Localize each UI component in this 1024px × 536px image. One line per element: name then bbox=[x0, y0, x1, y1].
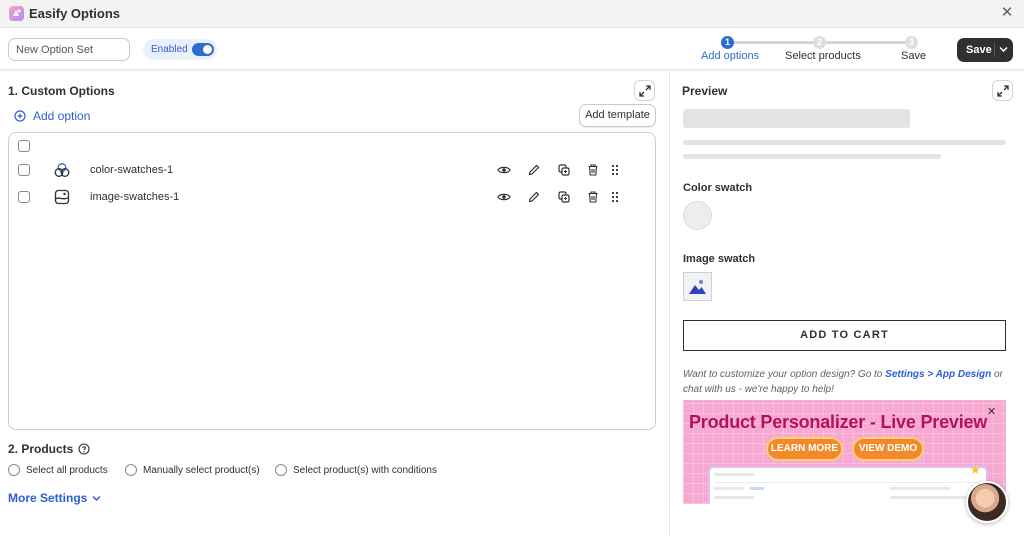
learn-more-button[interactable]: LEARN MORE bbox=[766, 437, 843, 461]
color-swatch[interactable] bbox=[683, 201, 712, 230]
header-bar: Enabled bbox=[0, 28, 1024, 70]
option-row[interactable]: color-swatches-1 bbox=[9, 158, 655, 182]
radio-manually-select-products[interactable]: Manually select product(s) bbox=[125, 464, 260, 476]
add-template-button[interactable]: Add template bbox=[579, 104, 656, 127]
enabled-badge: Enabled bbox=[143, 39, 217, 60]
skeleton-title bbox=[683, 109, 910, 128]
save-button-label: Save bbox=[966, 44, 992, 56]
chevron-down-icon[interactable] bbox=[999, 46, 1008, 53]
edit-icon[interactable] bbox=[527, 190, 541, 204]
step-2-label[interactable]: Select products bbox=[785, 50, 861, 62]
title-bar: Easify Options ✕ bbox=[0, 0, 1024, 28]
color-swatch-icon bbox=[54, 163, 70, 177]
radio-select-all-products[interactable]: Select all products bbox=[8, 464, 108, 476]
option-checkbox[interactable] bbox=[18, 191, 30, 203]
radio-products-with-conditions[interactable]: Select product(s) with conditions bbox=[275, 464, 437, 476]
help-text-part: Want to customize your option design? Go… bbox=[683, 369, 886, 380]
radio-button[interactable] bbox=[125, 464, 137, 476]
option-name: color-swatches-1 bbox=[90, 164, 174, 176]
step-3-indicator[interactable]: 3 bbox=[905, 36, 918, 49]
add-option-label: Add option bbox=[33, 109, 91, 123]
option-checkbox[interactable] bbox=[18, 164, 30, 176]
image-swatch-label: Image swatch bbox=[683, 253, 756, 265]
drag-handle-icon[interactable] bbox=[608, 190, 622, 204]
app-design-settings-link[interactable]: Settings > App Design bbox=[885, 369, 991, 380]
star-icon: ★ bbox=[970, 463, 981, 477]
save-button[interactable]: Save bbox=[957, 38, 1013, 62]
options-list: color-swatches-1 image-swatches-1 bbox=[8, 132, 656, 430]
expand-icon bbox=[997, 85, 1009, 97]
edit-icon[interactable] bbox=[527, 163, 541, 177]
skeleton-line bbox=[683, 140, 1006, 145]
close-icon[interactable]: ✕ bbox=[987, 405, 996, 418]
app-logo-icon bbox=[9, 6, 24, 21]
chat-support-avatar[interactable] bbox=[966, 481, 1008, 523]
more-settings-label: More Settings bbox=[8, 491, 88, 505]
enabled-toggle[interactable] bbox=[192, 43, 214, 56]
radio-label: Select product(s) with conditions bbox=[293, 464, 437, 476]
add-to-cart-button[interactable]: ADD TO CART bbox=[683, 320, 1006, 351]
products-title: 2. Products bbox=[8, 442, 90, 456]
add-option-button[interactable]: Add option bbox=[14, 108, 90, 124]
expand-preview-button[interactable] bbox=[992, 80, 1013, 101]
view-demo-button[interactable]: VIEW DEMO bbox=[852, 437, 924, 461]
option-name: image-swatches-1 bbox=[90, 191, 180, 203]
promo-banner: Product Personalizer - Live Preview ✕ LE… bbox=[683, 400, 1006, 504]
custom-options-title: 1. Custom Options bbox=[8, 84, 115, 98]
plus-circle-icon bbox=[14, 110, 26, 122]
promo-title: Product Personalizer - Live Preview bbox=[689, 412, 988, 432]
select-all-checkbox[interactable] bbox=[18, 140, 30, 152]
drag-handle-icon[interactable] bbox=[608, 163, 622, 177]
step-2-indicator[interactable]: 2 bbox=[813, 36, 826, 49]
help-icon[interactable] bbox=[78, 443, 90, 455]
option-set-name-input[interactable] bbox=[8, 38, 130, 61]
duplicate-icon[interactable] bbox=[557, 163, 571, 177]
image-swatch-icon bbox=[54, 189, 70, 205]
promo-app-screenshot bbox=[708, 466, 988, 504]
expand-icon bbox=[639, 85, 651, 97]
column-divider bbox=[669, 70, 670, 536]
step-1-indicator[interactable]: 1 bbox=[721, 36, 734, 49]
eye-icon[interactable] bbox=[497, 163, 511, 177]
customize-help-text: Want to customize your option design? Go… bbox=[683, 367, 1008, 397]
app-title: Easify Options bbox=[29, 6, 121, 21]
preview-title: Preview bbox=[682, 84, 728, 98]
step-1-label[interactable]: Add options bbox=[701, 50, 759, 62]
skeleton-line bbox=[683, 154, 941, 159]
duplicate-icon[interactable] bbox=[557, 190, 571, 204]
toggle-knob bbox=[203, 45, 212, 54]
delete-icon[interactable] bbox=[586, 190, 600, 204]
delete-icon[interactable] bbox=[586, 163, 600, 177]
eye-icon[interactable] bbox=[497, 190, 511, 204]
more-settings-toggle[interactable]: More Settings bbox=[8, 491, 101, 505]
color-swatch-label: Color swatch bbox=[683, 182, 753, 194]
products-title-label: 2. Products bbox=[8, 442, 74, 456]
radio-label: Select all products bbox=[26, 464, 108, 476]
image-swatch[interactable] bbox=[683, 272, 712, 301]
radio-button[interactable] bbox=[275, 464, 287, 476]
radio-button[interactable] bbox=[8, 464, 20, 476]
chevron-down-icon bbox=[92, 495, 101, 501]
enabled-label: Enabled bbox=[151, 44, 188, 55]
expand-options-button[interactable] bbox=[634, 80, 655, 101]
radio-label: Manually select product(s) bbox=[143, 464, 260, 476]
step-3-label[interactable]: Save bbox=[901, 50, 926, 62]
close-icon[interactable]: ✕ bbox=[999, 5, 1015, 21]
option-row[interactable]: image-swatches-1 bbox=[9, 185, 655, 209]
image-placeholder-icon bbox=[689, 280, 706, 294]
